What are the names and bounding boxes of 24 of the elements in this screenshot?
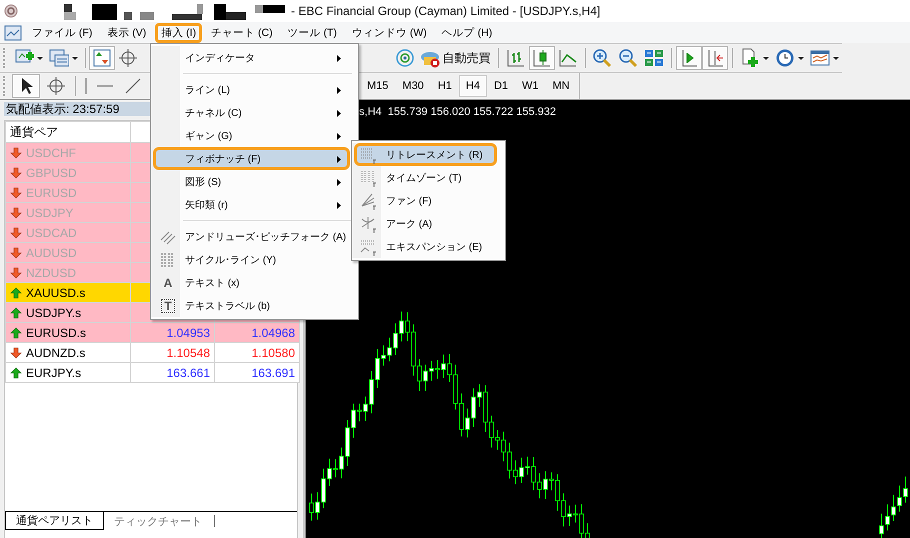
ask-price: 163.691	[252, 366, 295, 380]
bid-price: 1.04953	[166, 326, 210, 340]
symbol-label: USDCHF	[26, 146, 76, 160]
symbol-label: EURUSD.s	[26, 326, 86, 340]
window-title: - EBC Financial Group (Cayman) Limited - [USDJPY.s,H4]	[291, 4, 600, 18]
symbol-label: AUDNZD.s	[26, 346, 86, 360]
letter-icon: A	[164, 276, 172, 290]
symbol-label: GBPUSD	[26, 166, 77, 180]
symbol-label: USDJPY	[26, 206, 74, 220]
symbol-label: USDJPY.s	[26, 306, 82, 320]
market-watch-title: 気配値表示: 23:57:59	[4, 102, 152, 116]
bid-price: 1.10548	[166, 346, 210, 360]
ask-price: 1.04968	[252, 326, 295, 340]
symbol-label: EURUSD	[26, 186, 77, 200]
symbol-label: USDCAD	[26, 226, 77, 240]
column-header: 通貨ペア	[10, 124, 58, 138]
text-label-icon: T	[161, 298, 175, 312]
chart-info: .s,H4 155.739 156.020 155.722 155.932	[356, 106, 556, 118]
bid-price: 163.661	[166, 366, 210, 380]
symbol-label: XAUUSD.s	[26, 286, 86, 300]
symbol-label: EURJPY.s	[26, 366, 82, 380]
symbol-label: AUDUSD	[26, 246, 77, 260]
symbol-label: NZDUSD	[26, 266, 76, 280]
ask-price: 1.10580	[252, 346, 295, 360]
